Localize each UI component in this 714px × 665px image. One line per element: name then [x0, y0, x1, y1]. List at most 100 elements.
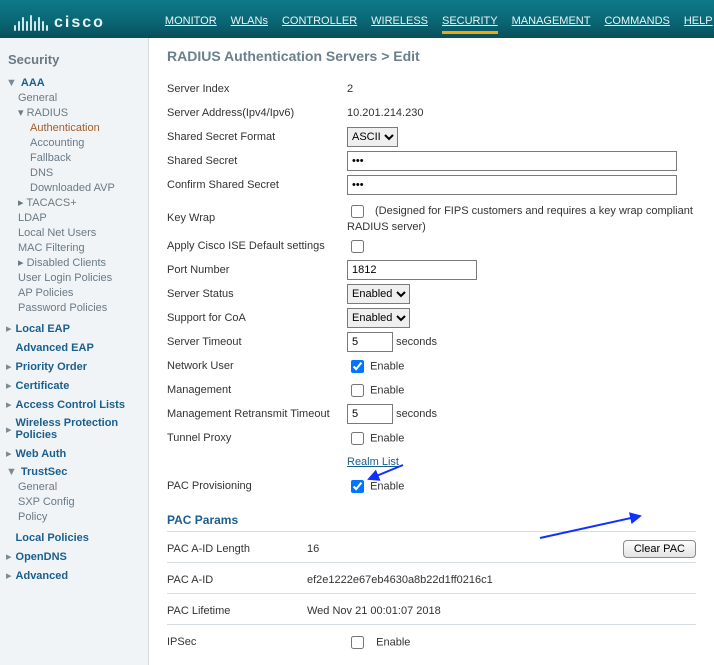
sidebar-item-ts-policy[interactable]: Policy: [6, 510, 142, 525]
pac-prov-checkbox[interactable]: [351, 480, 364, 493]
logo-bars-icon: [14, 15, 48, 31]
label-tunnel: Tunnel Proxy: [167, 432, 347, 444]
clear-pac-button[interactable]: Clear PAC: [623, 540, 696, 558]
nav-security[interactable]: SECURITY: [442, 15, 498, 34]
secret-format-select[interactable]: ASCII: [347, 127, 398, 147]
collapse-icon: ▼: [6, 77, 17, 89]
expand-icon: ▸: [6, 398, 12, 411]
sidebar-item-priority-order[interactable]: ▸Priority Order: [6, 360, 142, 373]
sidebar-item-user-login-policies[interactable]: User Login Policies: [6, 271, 142, 286]
key-wrap-hint: (Designed for FIPS customers and require…: [347, 205, 693, 233]
sidebar-item-ap-policies[interactable]: AP Policies: [6, 286, 142, 301]
mgmt-text: Enable: [370, 384, 404, 396]
sidebar-item-ldap[interactable]: LDAP: [6, 211, 142, 226]
mgmt-checkbox[interactable]: [351, 384, 364, 397]
sidebar: Security ▼AAA General ▾ RADIUS Authentic…: [0, 38, 149, 665]
confirm-secret-input[interactable]: [347, 175, 677, 195]
timeout-input[interactable]: [347, 332, 393, 352]
sidebar-item-ts-general[interactable]: General: [6, 480, 142, 495]
sidebar-item-general[interactable]: General: [6, 91, 142, 106]
label-ise-default: Apply Cisco ISE Default settings: [167, 240, 347, 252]
section-pac-params: PAC Params: [167, 513, 696, 527]
sidebar-item-authentication[interactable]: Authentication: [6, 121, 142, 136]
value-server-index: 2: [347, 83, 696, 95]
expand-icon: ▸: [6, 360, 12, 373]
ipsec-checkbox[interactable]: [351, 636, 364, 649]
sidebar-item-tacacs[interactable]: ▸ TACACS+: [6, 196, 142, 211]
main-nav: MONITOR WLANs CONTROLLER WIRELESS SECURI…: [165, 15, 714, 38]
tunnel-text: Enable: [370, 432, 404, 444]
sidebar-item-advanced[interactable]: ▸Advanced: [6, 569, 142, 582]
label-netuser: Network User: [167, 360, 347, 372]
sidebar-item-accounting[interactable]: Accounting: [6, 136, 142, 151]
sidebar-item-wpp[interactable]: ▸Wireless Protection Policies: [6, 417, 142, 441]
ipsec-text: Enable: [376, 636, 410, 648]
label-mgmt: Management: [167, 384, 347, 396]
pac-prov-text: Enable: [370, 480, 404, 492]
sidebar-item-downloaded-avp[interactable]: Downloaded AVP: [6, 181, 142, 196]
nav-management[interactable]: MANAGEMENT: [512, 15, 591, 34]
label-timeout: Server Timeout: [167, 336, 347, 348]
sidebar-item-trustsec[interactable]: ▼TrustSec: [6, 466, 142, 478]
expand-icon: ▸: [6, 447, 12, 460]
label-pac-aid-len: PAC A-ID Length: [167, 543, 307, 555]
shared-secret-input[interactable]: [347, 151, 677, 171]
breadcrumb: RADIUS Authentication Servers > Edit: [167, 48, 696, 64]
brand-text: cisco: [54, 14, 105, 32]
sidebar-item-disabled-clients[interactable]: ▸ Disabled Clients: [6, 256, 142, 271]
netuser-text: Enable: [370, 360, 404, 372]
label-secret-confirm: Confirm Shared Secret: [167, 179, 347, 191]
sidebar-item-certificate[interactable]: ▸Certificate: [6, 379, 142, 392]
sidebar-item-fallback[interactable]: Fallback: [6, 151, 142, 166]
sidebar-item-dns[interactable]: DNS: [6, 166, 142, 181]
nav-wireless[interactable]: WIRELESS: [371, 15, 428, 34]
topbar: cisco MONITOR WLANs CONTROLLER WIRELESS …: [0, 0, 714, 38]
label-status: Server Status: [167, 288, 347, 300]
collapse-icon: ▼: [6, 466, 17, 478]
status-select[interactable]: Enabled: [347, 284, 410, 304]
nav-monitor[interactable]: MONITOR: [165, 15, 217, 34]
sidebar-item-acl[interactable]: ▸Access Control Lists: [6, 398, 142, 411]
sidebar-item-advanced-eap[interactable]: ▸Advanced EAP: [6, 341, 142, 354]
expand-icon: ▸: [6, 569, 12, 582]
netuser-checkbox[interactable]: [351, 360, 364, 373]
sidebar-item-local-net-users[interactable]: Local Net Users: [6, 226, 142, 241]
port-input[interactable]: [347, 260, 477, 280]
coa-select[interactable]: Enabled: [347, 308, 410, 328]
label-pac-prov: PAC Provisioning: [167, 480, 347, 492]
label-mgmt-retrans: Management Retransmit Timeout: [167, 408, 347, 420]
sidebar-item-mac-filtering[interactable]: MAC Filtering: [6, 241, 142, 256]
value-server-addr: 10.201.214.230: [347, 107, 696, 119]
value-pac-aid: ef2e1222e67eb4630a8b22d1ff0216c1: [307, 574, 696, 586]
nav-wlans[interactable]: WLANs: [231, 15, 268, 34]
sidebar-title: Security: [8, 52, 142, 67]
tunnel-checkbox[interactable]: [351, 432, 364, 445]
expand-icon: ▸: [6, 423, 12, 436]
collapse-icon: ▾: [18, 107, 27, 119]
nav-commands[interactable]: COMMANDS: [604, 15, 669, 34]
label-server-addr: Server Address(Ipv4/Ipv6): [167, 107, 347, 119]
nav-help[interactable]: HELP: [684, 15, 713, 34]
sidebar-item-ts-sxp[interactable]: SXP Config: [6, 495, 142, 510]
sidebar-item-web-auth[interactable]: ▸Web Auth: [6, 447, 142, 460]
expand-icon: ▸: [18, 257, 27, 269]
expand-icon: ▸: [6, 322, 12, 335]
label-coa: Support for CoA: [167, 312, 347, 324]
sidebar-item-opendns[interactable]: ▸OpenDNS: [6, 550, 142, 563]
expand-icon: ▸: [6, 379, 12, 392]
ise-default-checkbox[interactable]: [351, 240, 364, 253]
realm-list-link[interactable]: Realm List: [347, 456, 399, 468]
mgmt-retrans-input[interactable]: [347, 404, 393, 424]
key-wrap-checkbox[interactable]: [351, 205, 364, 218]
content: RADIUS Authentication Servers > Edit Ser…: [149, 38, 714, 665]
sidebar-item-password-policies[interactable]: Password Policies: [6, 301, 142, 316]
sidebar-item-aaa[interactable]: ▼AAA: [6, 77, 142, 89]
expand-icon: ▸: [6, 550, 12, 563]
sidebar-item-local-eap[interactable]: ▸Local EAP: [6, 322, 142, 335]
label-key-wrap: Key Wrap: [167, 212, 347, 224]
value-pac-aid-len: 16: [307, 543, 623, 555]
sidebar-item-radius[interactable]: ▾ RADIUS: [6, 106, 142, 121]
label-ipsec: IPSec: [167, 636, 347, 648]
nav-controller[interactable]: CONTROLLER: [282, 15, 357, 34]
sidebar-item-local-policies[interactable]: ▸Local Policies: [6, 531, 142, 544]
